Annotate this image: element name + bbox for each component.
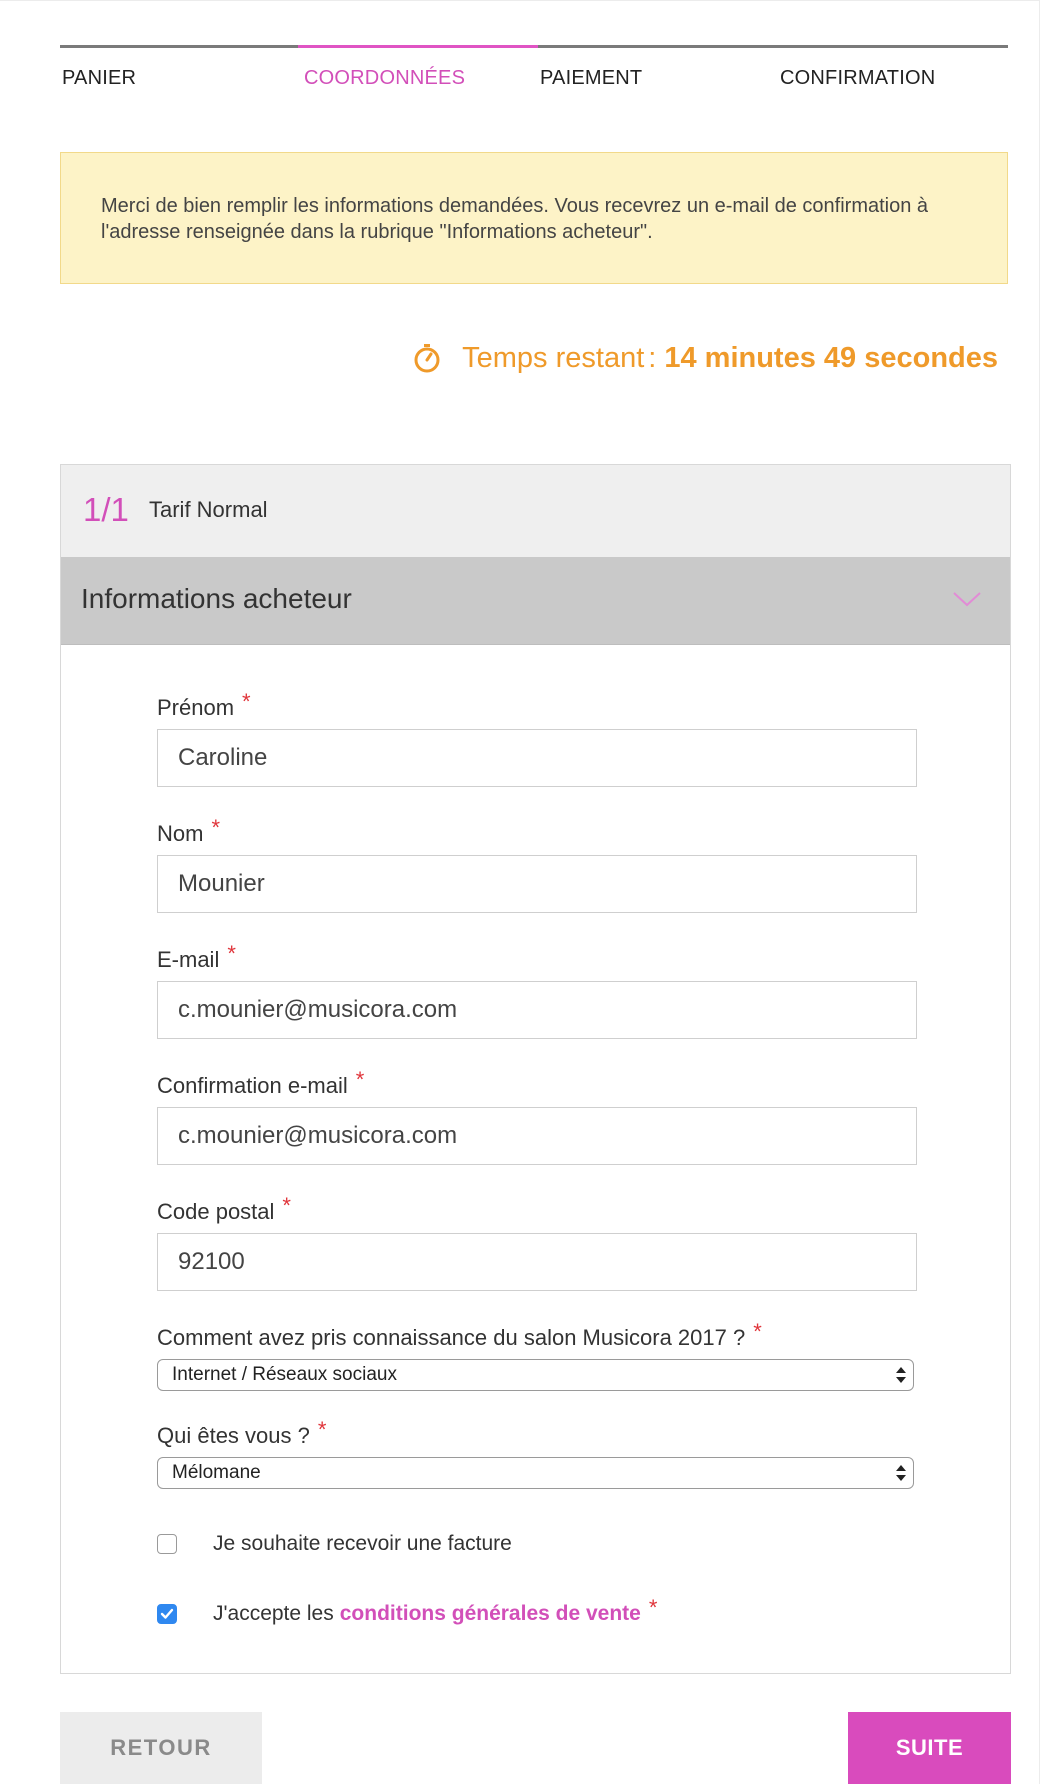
field-label: Comment avez pris connaissance du salon … [157, 1319, 921, 1353]
ticket-tarif: Tarif Normal [149, 497, 268, 522]
step-confirmation[interactable]: CONFIRMATION [778, 45, 1008, 105]
ticket-card: 1/1 Tarif Normal Informations acheteur P… [60, 464, 1011, 1674]
terms-option: J'accepte les conditions générales de ve… [157, 1595, 657, 1629]
chevron-down-icon[interactable] [952, 589, 982, 609]
field-label: Code postal * [157, 1193, 921, 1227]
postal-code-field: Code postal * 92100 [157, 1193, 921, 1291]
last-name-field: Nom * Mounier [157, 815, 921, 913]
source-select-value: Internet / Réseaux sociaux [172, 1364, 397, 1385]
source-field: Comment avez pris connaissance du salon … [157, 1319, 921, 1391]
invoice-option: Je souhaite recevoir une facture [157, 1529, 512, 1559]
required-mark: * [753, 1319, 762, 1344]
postal-code-input[interactable]: 92100 [157, 1233, 917, 1291]
step-bar [538, 45, 778, 48]
required-mark: * [282, 1193, 291, 1218]
first-name-label: Prénom [157, 695, 235, 720]
checkout-steps: PANIER COORDONNÉES PAIEMENT CONFIRMATION [60, 45, 1008, 105]
ticket-header: 1/1 Tarif Normal [61, 465, 1010, 557]
ticket-counter: 1/1 [83, 491, 129, 528]
required-mark: * [211, 815, 221, 840]
email-confirm-input[interactable]: c.mounier@musicora.com [157, 1107, 917, 1165]
profile-label: Qui êtes vous ? [157, 1423, 310, 1448]
required-mark: * [648, 1595, 658, 1620]
email-field: E-mail * c.mounier@musicora.com [157, 941, 921, 1039]
field-label: Prénom * [157, 689, 921, 723]
info-notice: Merci de bien remplir les informations d… [60, 152, 1008, 284]
first-name-input[interactable]: Caroline [157, 729, 917, 787]
email-confirm-field: Confirmation e-mail * c.mounier@musicora.… [157, 1067, 921, 1165]
terms-checkbox[interactable] [157, 1604, 177, 1624]
last-name-input[interactable]: Mounier [157, 855, 917, 913]
buyer-accordion-header[interactable]: Informations acheteur [61, 557, 1010, 645]
step-bar [60, 45, 298, 48]
step-bar [298, 45, 538, 48]
timer-prefix: Temps restant [462, 341, 645, 374]
required-mark: * [242, 689, 251, 714]
postal-code-label: Code postal [157, 1199, 275, 1224]
email-input[interactable]: c.mounier@musicora.com [157, 981, 917, 1039]
timer-value: 14 minutes 49 secondes [664, 341, 998, 374]
profile-field: Qui êtes vous ? * Mélomane [157, 1417, 921, 1489]
step-label: CONFIRMATION [780, 67, 936, 89]
invoice-label: Je souhaite recevoir une facture [213, 1532, 512, 1555]
back-button[interactable]: RETOUR [60, 1712, 262, 1784]
first-name-field: Prénom * Caroline [157, 689, 921, 787]
terms-label: J'accepte les [213, 1602, 334, 1625]
step-panier[interactable]: PANIER [60, 45, 298, 105]
stopwatch-icon [414, 344, 440, 373]
invoice-checkbox[interactable] [157, 1534, 177, 1554]
last-name-label: Nom [157, 821, 204, 846]
checkmark-icon [160, 1608, 174, 1619]
step-coordonnees[interactable]: COORDONNÉES [298, 45, 538, 105]
source-label: Comment avez pris connaissance du salon … [157, 1325, 746, 1350]
terms-link[interactable]: conditions générales de vente [340, 1602, 641, 1626]
next-button[interactable]: SUITE [848, 1712, 1011, 1784]
source-select[interactable]: Internet / Réseaux sociaux [157, 1359, 914, 1391]
step-bar [778, 45, 1008, 48]
field-label: E-mail * [157, 941, 921, 975]
email-label: E-mail [157, 947, 220, 972]
email-confirm-label: Confirmation e-mail [157, 1073, 348, 1098]
timer-separator: : [648, 341, 657, 374]
select-arrows-icon [896, 1367, 906, 1383]
step-label: COORDONNÉES [304, 67, 466, 89]
step-label: PANIER [62, 67, 137, 89]
field-label: Confirmation e-mail * [157, 1067, 921, 1101]
profile-select-value: Mélomane [172, 1462, 261, 1483]
step-paiement[interactable]: PAIEMENT [538, 45, 778, 105]
required-mark: * [227, 941, 236, 966]
buyer-section-title: Informations acheteur [81, 583, 352, 614]
field-label: Qui êtes vous ? * [157, 1417, 921, 1451]
required-mark: * [355, 1067, 365, 1092]
select-arrows-icon [896, 1465, 906, 1481]
required-mark: * [317, 1417, 327, 1442]
field-label: Nom * [157, 815, 921, 849]
countdown-timer: Temps restant : 14 minutes 49 secondes [412, 338, 998, 378]
profile-select[interactable]: Mélomane [157, 1457, 914, 1489]
step-label: PAIEMENT [540, 67, 643, 89]
